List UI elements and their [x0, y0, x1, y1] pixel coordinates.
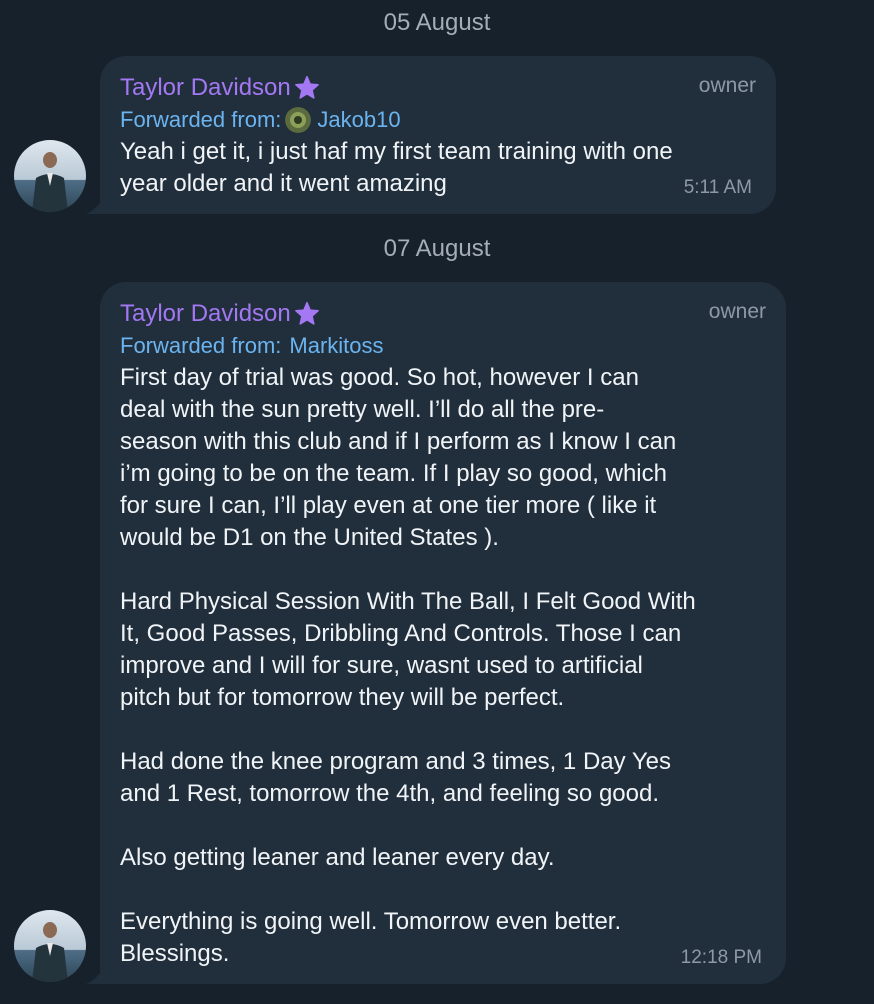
star-icon: [294, 301, 319, 325]
sender-label: Taylor Davidson: [120, 74, 291, 101]
role-badge: owner: [708, 300, 766, 323]
message-time: 12:18 PM: [680, 947, 762, 968]
chat-view[interactable]: 05 August Taylor Davidson owner Forwarde…: [0, 0, 874, 1004]
message-bubble[interactable]: Taylor Davidson owner Forwarded from: Ma…: [100, 282, 786, 984]
date-separator: 05 August: [383, 9, 491, 36]
message-bubble[interactable]: Taylor Davidson owner Forwarded from: Ja…: [100, 56, 776, 214]
forwarded-from-name: Jakob10: [317, 107, 401, 132]
star-icon: [294, 75, 319, 99]
sender-label: Taylor Davidson: [120, 300, 291, 327]
forwarded-prefix: Forwarded from:: [120, 333, 282, 358]
forwarded-header[interactable]: Forwarded from: Jakob10: [120, 104, 756, 136]
message-text: Yeah i get it, i just haf my first team …: [120, 138, 673, 197]
avatar[interactable]: [14, 910, 86, 982]
forwarded-header[interactable]: Forwarded from: Markitoss: [120, 330, 766, 362]
date-separator: 07 August: [383, 235, 491, 262]
message-text: First day of trial was good. So hot, how…: [120, 364, 696, 967]
forwarded-prefix: Forwarded from:: [120, 107, 282, 132]
forwarded-avatar: [285, 107, 312, 133]
message-time: 5:11 AM: [683, 177, 752, 198]
sender-name[interactable]: Taylor Davidson: [120, 72, 321, 104]
role-badge: owner: [698, 74, 756, 97]
forwarded-from-name: Markitoss: [289, 333, 384, 358]
sender-name[interactable]: Taylor Davidson: [120, 298, 321, 330]
avatar[interactable]: [14, 140, 86, 212]
